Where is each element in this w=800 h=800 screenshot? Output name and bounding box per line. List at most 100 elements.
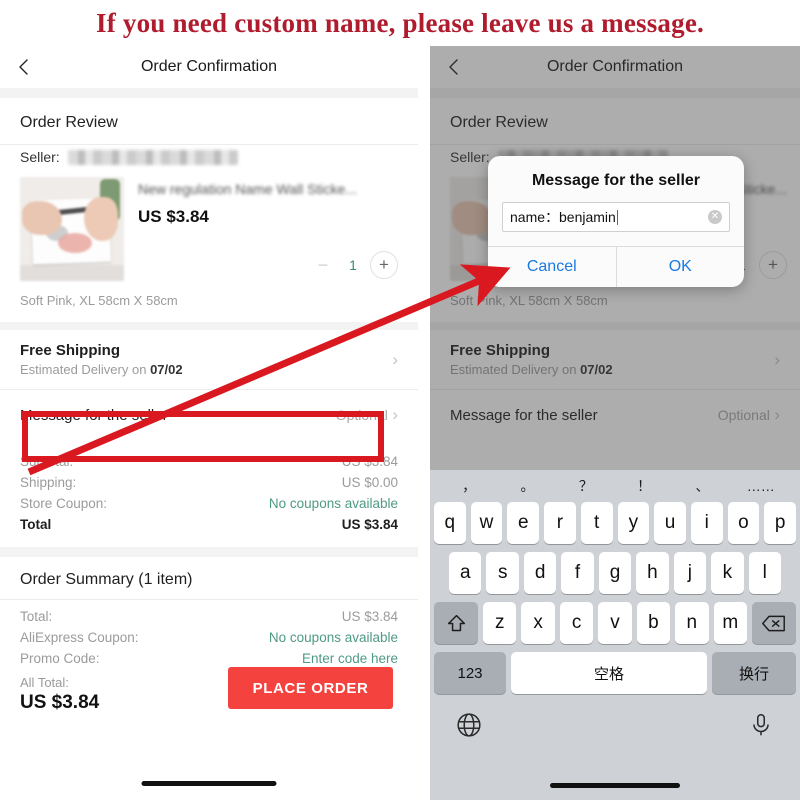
space-key[interactable]: 空格 — [511, 652, 707, 694]
key-e[interactable]: e — [507, 502, 540, 544]
keyboard-row-2: a s d f g h j k l — [430, 552, 800, 602]
key-l[interactable]: l — [748, 552, 781, 594]
key-d[interactable]: d — [523, 552, 557, 594]
summary-row[interactable]: AliExpress Coupon: No coupons available — [20, 627, 398, 648]
message-for-seller-row[interactable]: Message for the seller Optional › — [0, 390, 418, 441]
suggestion-key[interactable]: ？ — [557, 476, 615, 496]
section-divider — [430, 88, 800, 98]
back-icon[interactable] — [16, 59, 32, 75]
punctuation-suggestion-row: ， 。 ？ ！ 、 …… — [430, 470, 800, 502]
order-review-title: Order Review — [20, 114, 118, 131]
plus-icon[interactable]: + — [758, 251, 787, 279]
key-h[interactable]: h — [636, 552, 669, 594]
minus-icon[interactable]: − — [310, 252, 336, 278]
key-t[interactable]: t — [580, 502, 613, 544]
key-s[interactable]: s — [486, 552, 519, 594]
store-coupon-value[interactable]: No coupons available — [269, 496, 398, 511]
product-row[interactable]: New regulation Name Wall Sticke... US $3… — [0, 175, 418, 281]
shipping-row[interactable]: Free Shipping Estimated Delivery on 07/0… — [0, 330, 418, 389]
key-r[interactable]: r — [544, 502, 576, 544]
suggestion-key[interactable]: 。 — [498, 476, 556, 496]
quantity-stepper[interactable]: − 1 + — [310, 251, 398, 279]
order-summary-title: Order Summary (1 item) — [20, 571, 193, 588]
microphone-icon[interactable] — [748, 712, 774, 738]
seller-row[interactable]: Seller: — [0, 145, 418, 175]
suggestion-key[interactable]: ， — [440, 476, 498, 496]
key-i[interactable]: i — [690, 502, 723, 544]
place-order-button[interactable]: PLACE ORDER — [228, 667, 393, 709]
seller-name-blurred — [67, 149, 238, 165]
aliexpress-coupon-value[interactable]: No coupons available — [269, 630, 398, 645]
shift-up-icon[interactable] — [434, 602, 479, 644]
product-price: US $3.84 — [138, 207, 209, 226]
shipping-eta-date: 07/02 — [150, 362, 183, 377]
totals-list: Subtotal: US $3.84 Shipping: US $0.00 St… — [0, 441, 418, 547]
checkout-footer: All Total: US $3.84 PLACE ORDER — [0, 667, 418, 714]
key-y[interactable]: y — [617, 502, 650, 544]
page-title: Order Confirmation — [546, 58, 684, 75]
summary-row[interactable]: Promo Code: Enter code here — [20, 648, 398, 669]
backspace-icon[interactable] — [751, 602, 796, 644]
total-row: Subtotal: US $3.84 — [20, 451, 398, 472]
return-key[interactable]: 换行 — [712, 652, 796, 694]
product-thumbnail[interactable] — [20, 177, 124, 281]
clear-circle-icon[interactable]: ✕ — [708, 210, 722, 224]
navbar-right: Order Confirmation — [430, 46, 800, 88]
promo-code-value[interactable]: Enter code here — [302, 651, 398, 666]
key-z[interactable]: z — [483, 602, 517, 644]
suggestion-key[interactable]: ！ — [615, 476, 673, 496]
order-review-card: Order Review Seller: New reg — [0, 98, 418, 322]
key-q[interactable]: q — [433, 502, 466, 544]
shipping-eta-date: 07/02 — [580, 362, 613, 377]
plus-icon[interactable]: + — [370, 251, 398, 279]
key-v[interactable]: v — [598, 602, 632, 644]
chevron-right-icon: › — [392, 350, 398, 369]
total-row-label: Store Coupon: — [20, 496, 108, 511]
key-p[interactable]: p — [764, 502, 797, 544]
keyboard-row-3: z x c v b n m — [430, 602, 800, 652]
section-divider — [0, 322, 418, 330]
seller-label: Seller: — [20, 149, 60, 165]
keyboard-bottom-row — [430, 702, 800, 738]
key-b[interactable]: b — [636, 602, 671, 644]
key-a[interactable]: a — [449, 552, 482, 594]
cancel-button[interactable]: Cancel — [488, 247, 616, 287]
globe-icon[interactable] — [456, 712, 482, 738]
total-row-grand: Total US $3.84 — [20, 514, 398, 535]
onscreen-keyboard: ， 。 ？ ！ 、 …… q w e r t y u i o p a s d f… — [430, 470, 800, 800]
suggestion-key[interactable]: 、 — [673, 476, 731, 496]
key-m[interactable]: m — [713, 602, 747, 644]
key-o[interactable]: o — [727, 502, 760, 544]
numbers-key[interactable]: 123 — [434, 652, 506, 694]
key-j[interactable]: j — [673, 552, 707, 594]
shipping-row[interactable]: Free Shipping Estimated Delivery on 07/0… — [430, 330, 800, 389]
total-row-value: US $3.84 — [341, 454, 398, 469]
back-icon[interactable] — [446, 59, 462, 75]
key-u[interactable]: u — [654, 502, 686, 544]
summary-row: Total: US $3.84 — [20, 606, 398, 627]
key-f[interactable]: f — [561, 552, 594, 594]
home-indicator — [550, 783, 680, 788]
message-optional-value: Optional — [717, 407, 770, 423]
suggestion-key[interactable]: …… — [732, 478, 790, 494]
total-row[interactable]: Store Coupon: No coupons available — [20, 493, 398, 514]
key-g[interactable]: g — [598, 552, 632, 594]
promo-banner: If you need custom name, please leave us… — [96, 7, 704, 38]
key-w[interactable]: w — [470, 502, 503, 544]
left-phone-screen: Order Confirmation Order Review Seller: — [0, 46, 418, 800]
summary-row-label: Promo Code: — [20, 651, 100, 666]
shipping-title: Free Shipping — [450, 342, 551, 359]
grand-total-value: US $3.84 — [341, 517, 398, 532]
ok-button[interactable]: OK — [617, 247, 745, 287]
message-input[interactable]: name：benjamin ✕ — [502, 202, 730, 232]
total-row-label: Subtotal: — [20, 454, 74, 469]
order-summary-card: Order Summary (1 item) Total: US $3.84 A… — [0, 557, 418, 714]
chevron-right-icon: › — [774, 405, 780, 424]
key-x[interactable]: x — [521, 602, 555, 644]
message-for-seller-row[interactable]: Message for the seller Optional › — [430, 390, 800, 441]
key-k[interactable]: k — [711, 552, 744, 594]
message-dialog: Message for the seller name：benjamin ✕ C… — [488, 156, 744, 287]
seller-label: Seller: — [450, 149, 490, 165]
key-n[interactable]: n — [675, 602, 709, 644]
key-c[interactable]: c — [559, 602, 594, 644]
